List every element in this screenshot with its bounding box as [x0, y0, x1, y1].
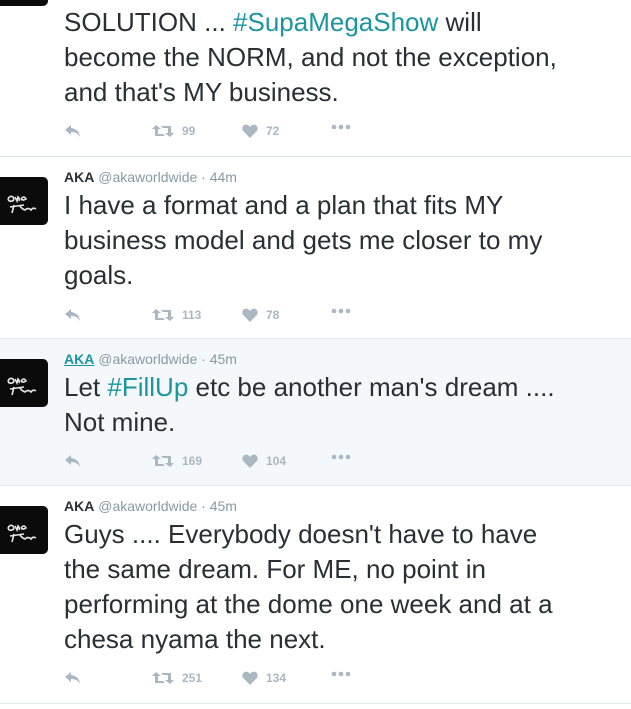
text-segment: the same dream. For ME, no point in — [64, 554, 486, 584]
like-button[interactable]: 78 — [242, 308, 279, 322]
more-dots-icon — [331, 671, 351, 677]
tweet-line: performing at the dome one week and at a — [64, 587, 553, 622]
retweet-icon — [152, 125, 174, 137]
display-name[interactable]: AKA — [64, 498, 94, 514]
separator-dot: · — [201, 169, 206, 185]
retweet-count: 113 — [182, 308, 202, 322]
heart-icon — [242, 308, 258, 322]
retweet-count: 169 — [182, 454, 203, 468]
reply-arrow-icon — [65, 672, 80, 684]
tweet-text: SOLUTION ... #SupaMegaShow will become t… — [64, 5, 557, 110]
tweet-2[interactable]: AKA @akaworldwide · 45m Let #FillUp etc … — [0, 339, 631, 486]
text-segment: will — [438, 7, 482, 37]
retweet-button[interactable]: 99 — [152, 124, 195, 138]
tweet-line: chesa nyama the next. — [64, 622, 553, 657]
like-button[interactable]: 134 — [242, 671, 286, 685]
reply-button[interactable] — [64, 308, 82, 322]
like-count: 72 — [266, 124, 280, 138]
user-handle[interactable]: @akaworldwide — [98, 169, 197, 185]
text-segment: chesa nyama the next. — [64, 624, 326, 654]
heart-icon — [242, 454, 258, 468]
retweet-button[interactable]: 251 — [152, 671, 202, 685]
hashtag-link[interactable]: #SupaMegaShow — [233, 7, 438, 37]
reply-button[interactable] — [64, 454, 82, 468]
tweet-text: Let #FillUp etc be another man's dream .… — [64, 370, 555, 440]
text-segment: etc be another man's dream .... — [188, 372, 555, 402]
tweet-line: business model and gets me closer to my — [64, 223, 542, 258]
more-button[interactable] — [331, 454, 351, 460]
timestamp[interactable]: 45m — [210, 498, 237, 514]
reply-button[interactable] — [64, 124, 82, 138]
tweet-line: become the NORM, and not the exception, — [64, 40, 557, 75]
retweet-count: 251 — [182, 671, 203, 685]
tweet-0[interactable]: SOLUTION ... #SupaMegaShow will become t… — [0, 0, 631, 157]
more-dots-icon — [331, 124, 351, 130]
tweet-line: goals. — [64, 258, 542, 293]
like-button[interactable]: 104 — [242, 454, 286, 468]
more-dots-icon — [331, 454, 351, 460]
like-count: 134 — [266, 671, 287, 685]
avatar[interactable] — [0, 0, 48, 6]
timestamp[interactable]: 45m — [210, 351, 237, 367]
text-segment: Let — [64, 372, 108, 402]
retweet-count: 99 — [182, 124, 196, 138]
timestamp[interactable]: 44m — [210, 169, 237, 185]
tweet-line: and that's MY business. — [64, 75, 557, 110]
user-handle[interactable]: @akaworldwide — [98, 498, 197, 514]
more-dots-icon — [331, 308, 351, 314]
text-segment: business model and gets me closer to my — [64, 225, 543, 255]
reply-arrow-icon — [65, 125, 80, 137]
heart-icon — [242, 124, 258, 138]
tweet-line: the same dream. For ME, no point in — [64, 552, 553, 587]
tweet-line: Let #FillUp etc be another man's dream .… — [64, 370, 555, 405]
text-segment: become the NORM, and not the exception, — [64, 42, 557, 72]
more-button[interactable] — [331, 308, 351, 314]
like-button[interactable]: 72 — [242, 124, 279, 138]
retweet-icon — [152, 309, 174, 321]
tweet-line: Guys .... Everybody doesn't have to have — [64, 517, 553, 552]
separator-dot: · — [201, 498, 206, 514]
tweet-header: AKA @akaworldwide · 45m — [64, 351, 237, 367]
text-segment: Guys .... Everybody doesn't have to have — [64, 519, 538, 549]
text-segment: and that's MY business. — [64, 77, 339, 107]
display-name[interactable]: AKA — [64, 351, 94, 367]
avatar[interactable] — [0, 177, 48, 225]
tweet-header: AKA @akaworldwide · 45m — [64, 498, 237, 514]
tweet-text: Guys .... Everybody doesn't have to have… — [64, 517, 553, 657]
user-handle[interactable]: @akaworldwide — [98, 351, 197, 367]
avatar[interactable] — [0, 359, 48, 407]
avatar[interactable] — [0, 506, 48, 554]
like-count: 78 — [266, 308, 280, 322]
tweet-line: SOLUTION ... #SupaMegaShow will — [64, 5, 557, 40]
more-button[interactable] — [331, 671, 351, 677]
tweet-3[interactable]: AKA @akaworldwide · 45m Guys .... Everyb… — [0, 486, 631, 704]
hashtag-link[interactable]: #FillUp — [107, 372, 188, 402]
tweet-header: AKA @akaworldwide · 44m — [64, 169, 237, 185]
more-button[interactable] — [331, 124, 351, 130]
text-segment: SOLUTION ... — [64, 7, 234, 37]
separator-dot: · — [201, 351, 206, 367]
text-segment: goals. — [64, 260, 134, 290]
display-name[interactable]: AKA — [64, 169, 94, 185]
reply-arrow-icon — [65, 455, 80, 467]
retweet-icon — [152, 672, 174, 684]
retweet-button[interactable]: 113 — [152, 308, 201, 322]
tweet-text: I have a format and a plan that fits MY … — [64, 188, 542, 293]
retweet-icon — [152, 455, 174, 467]
retweet-button[interactable]: 169 — [152, 454, 202, 468]
tweet-line: Not mine. — [64, 405, 555, 440]
text-segment: performing at the dome one week and at a — [64, 589, 553, 619]
tweet-line: I have a format and a plan that fits MY — [64, 188, 542, 223]
reply-button[interactable] — [64, 671, 82, 685]
text-segment: Not mine. — [64, 407, 176, 437]
heart-icon — [242, 671, 258, 685]
reply-arrow-icon — [65, 309, 80, 321]
text-segment: I have a format and a plan that fits MY — [64, 190, 504, 220]
like-count: 104 — [266, 454, 287, 468]
tweet-1[interactable]: AKA @akaworldwide · 44m I have a format … — [0, 157, 631, 339]
